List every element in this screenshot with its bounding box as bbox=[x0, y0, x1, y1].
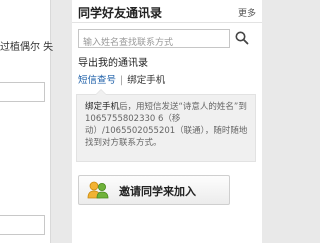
search-icon[interactable] bbox=[234, 30, 250, 46]
tab-sms-lookup[interactable]: 短信查号 bbox=[78, 75, 116, 86]
tab-bind-phone[interactable]: 绑定手机 bbox=[127, 75, 165, 86]
invite-button-label: 邀请同学来加入 bbox=[119, 185, 196, 198]
search-field[interactable] bbox=[78, 29, 230, 52]
left-text-fragment: 过植偶尔 失 bbox=[0, 42, 54, 53]
invite-classmates-button[interactable]: 邀请同学来加入 bbox=[78, 175, 230, 205]
left-column: 过植偶尔 失 bbox=[0, 0, 54, 243]
left-input-field[interactable] bbox=[0, 82, 45, 102]
info-text: 绑定手机后，用短信发送“诗意人的姓名”到1065755802330 6（移动）/… bbox=[85, 101, 249, 149]
panel-header: 同学好友通讯录 更多 bbox=[72, 0, 262, 23]
people-icon bbox=[87, 181, 109, 199]
search-input[interactable] bbox=[79, 34, 227, 52]
contacts-panel: 同学好友通讯录 更多 导出我的通讯录 短信查号|绑定手机 绑定手机后，用短信发送… bbox=[72, 0, 262, 243]
export-contacts-link[interactable]: 导出我的通讯录 bbox=[78, 54, 148, 69]
left-input-field-2[interactable] bbox=[0, 215, 45, 235]
info-box: 绑定手机后，用短信发送“诗意人的姓名”到1065755802330 6（移动）/… bbox=[76, 89, 256, 162]
more-link[interactable]: 更多 bbox=[238, 6, 256, 19]
tab-bar: 短信查号 | 绑定手机 bbox=[78, 72, 258, 86]
panel-title: 同学好友通讯录 bbox=[78, 6, 163, 20]
info-box-arrow-inner bbox=[96, 90, 106, 95]
tab-separator: | bbox=[120, 75, 124, 86]
info-bold-lead[interactable]: 绑定手机 bbox=[85, 102, 119, 112]
